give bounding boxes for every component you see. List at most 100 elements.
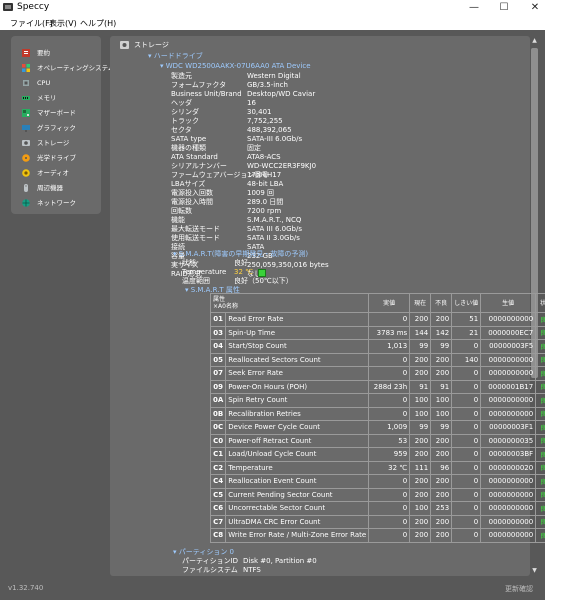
sidebar-item-summary[interactable]: 要約 [11, 46, 101, 60]
sidebar-item-peripherals[interactable]: 周辺機器 [11, 181, 101, 195]
attr-current: 99 [409, 420, 432, 435]
summary-icon [22, 49, 30, 57]
attr-worst: 200 [430, 474, 453, 489]
menu-help[interactable]: ヘルプ(H) [80, 18, 116, 29]
attr-current: 91 [409, 379, 432, 394]
attr-name: Load/Unload Cycle Count [225, 447, 370, 462]
attr-current: 100 [409, 406, 432, 421]
table-row: C4 Reallocation Event Count 0 200 200 0 000000… [209, 474, 558, 489]
attr-raw: 0000000000 [480, 528, 537, 543]
attr-name: Start/Stop Count [225, 339, 370, 354]
attr-actual: 0 [368, 514, 411, 529]
sidebar-item-memory[interactable]: メモリ [11, 91, 101, 105]
attr-actual: 53 [368, 433, 411, 448]
sidebar-item-optical-drive[interactable]: 光学ドライブ [11, 151, 101, 165]
motherboard-icon [22, 109, 30, 117]
attr-current: 200 [409, 528, 432, 543]
attr-current: 200 [409, 312, 432, 327]
prop-value: 488,392,065 [247, 126, 292, 134]
maximize-button[interactable]: ☐ [489, 0, 519, 16]
attr-id: C5 [209, 487, 227, 502]
attr-id: 04 [209, 339, 227, 354]
prop-value: Desktop/WD Caviar [247, 90, 316, 98]
device-name[interactable]: ▾ WDC WD2500AAKX-07U6AA0 ATA Device [160, 62, 311, 71]
col-raw-header: 生値 [480, 293, 537, 313]
attr-raw: 0000000020 [480, 460, 537, 475]
sidebar-item-network[interactable]: ネットワーク [11, 196, 101, 210]
attr-current: 200 [409, 447, 432, 462]
graphics-icon [22, 125, 30, 132]
attr-name: Reallocated Sectors Count [225, 352, 370, 367]
prop-label: 容量 [171, 252, 185, 260]
attr-name: Recalibration Retries [225, 406, 370, 421]
prop-label: 電源投入回数 [171, 189, 213, 197]
attr-worst: 100 [430, 393, 453, 408]
attr-worst: 200 [430, 433, 453, 448]
attr-threshold: 0 [451, 474, 482, 489]
smart-table-header: 属性 ×A0名称 実値 現在 不良 しきい値 生値 状態 [209, 293, 558, 313]
attr-worst: 200 [430, 447, 453, 462]
attr-worst: 200 [430, 514, 453, 529]
prop-value: SATA III 6.0Gb/s [247, 225, 302, 233]
attr-threshold: 0 [451, 420, 482, 435]
attr-current: 200 [409, 366, 432, 381]
sidebar-item-os[interactable]: オペレーティングシステム [11, 61, 114, 75]
memory-icon [22, 96, 30, 100]
prop-label: フォームファクタ [171, 81, 227, 89]
attr-actual: 959 [368, 447, 411, 462]
attr-actual: 288d 23h [368, 379, 411, 394]
prop-label: シリンダ [171, 108, 199, 116]
prop-value: 250,059,350,016 bytes [247, 261, 329, 269]
attr-id: 07 [209, 366, 227, 381]
close-button[interactable]: ✕ [520, 0, 550, 16]
col-actual-header: 実値 [368, 293, 411, 313]
sidebar-item-label: 要約 [37, 49, 50, 57]
update-check-link[interactable]: 更新確認 [505, 584, 533, 594]
menu-view[interactable]: 表示(V) [49, 18, 77, 29]
table-row: 09 Power-On Hours (POH) 288d 23h 91 91 0 00000… [209, 379, 558, 394]
prop-label: ATA Standard [171, 153, 218, 161]
attr-threshold: 0 [451, 366, 482, 381]
attr-name: Spin Retry Count [225, 393, 370, 408]
window-title: Speccy [17, 2, 50, 12]
scroll-up-arrow[interactable]: ▲ [530, 36, 539, 46]
col-attr-sub-label: ×A0名称 [213, 303, 238, 310]
attr-name: Power-On Hours (POH) [225, 379, 370, 394]
sidebar-item-cpu[interactable]: CPU [11, 76, 101, 90]
attr-raw: 0000000000 [480, 352, 537, 367]
attr-id: C4 [209, 474, 227, 489]
sidebar-item-label: 光学ドライブ [37, 154, 76, 162]
sidebar-item-label: マザーボード [37, 109, 76, 117]
table-row: 03Spin-Up Time3783 ms144142210000000EC7良… [209, 325, 558, 340]
attr-actual: 0 [368, 312, 411, 327]
sidebar-item-audio[interactable]: オーディオ [11, 166, 101, 180]
menu-bar: ファイル(F) 表示(V) ヘルプ(H) [0, 16, 561, 30]
attr-threshold: 21 [451, 325, 482, 340]
attr-name: UltraDMA CRC Error Count [225, 514, 370, 529]
section-title: ストレージ [134, 41, 169, 49]
table-row: 0ASpin Retry Count010010000000000000良好 [209, 393, 558, 408]
sidebar-item-motherboard[interactable]: マザーボード [11, 106, 101, 120]
attr-worst: 200 [430, 487, 453, 502]
audio-icon [22, 169, 30, 177]
attr-actual: 1,013 [368, 339, 411, 354]
sidebar-item-graphics[interactable]: グラフィック [11, 121, 101, 135]
sidebar-item-label: ストレージ [37, 139, 70, 147]
prop-label: 最大転送モード [171, 225, 220, 233]
attr-raw: 0000000000 [480, 474, 537, 489]
prop-value: 7200 rpm [247, 207, 282, 215]
table-row: C6 Uncorrectable Sector Count 0 100 253 0 0000… [209, 501, 558, 516]
attr-raw: 0000000000 [480, 406, 537, 421]
minimize-button[interactable]: — [459, 0, 489, 16]
sidebar-item-label: 周辺機器 [37, 184, 63, 192]
attr-current: 200 [409, 433, 432, 448]
hard-drive-heading[interactable]: ▾ ハードドライブ [148, 52, 203, 61]
table-row: C1 Load/Unload Cycle Count 959 200 200 0 00000… [209, 447, 558, 462]
attr-threshold: 0 [451, 460, 482, 475]
prop-value: S.M.A.R.T., NCQ [247, 216, 302, 224]
prop-value: ATA8-ACS [247, 153, 281, 161]
attr-current: 200 [409, 474, 432, 489]
scroll-down-arrow[interactable]: ▼ [530, 566, 539, 576]
sidebar-item-storage[interactable]: ストレージ [11, 136, 101, 150]
menu-file[interactable]: ファイル(F) [10, 18, 53, 29]
